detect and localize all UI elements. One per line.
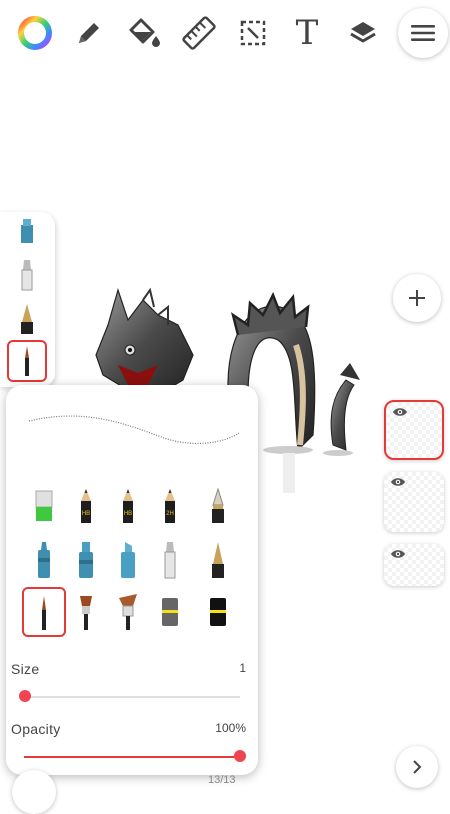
- eraser-brush[interactable]: [22, 481, 66, 531]
- pencil-hb-2-tag: HB: [124, 511, 132, 517]
- plus-icon: [409, 290, 425, 306]
- flat-brush[interactable]: [64, 587, 108, 637]
- chevron-right-icon: [413, 760, 422, 774]
- eye-icon[interactable]: [392, 406, 408, 418]
- color-wheel-icon[interactable]: [16, 14, 54, 52]
- strip-teal-marker[interactable]: [7, 210, 47, 252]
- layer-thumbnail-3[interactable]: [384, 544, 444, 586]
- strip-round-brush[interactable]: [7, 340, 47, 382]
- paint-bucket-icon[interactable]: [124, 14, 162, 52]
- airbrush-brush[interactable]: [148, 535, 192, 585]
- pencil-hb-brush[interactable]: HB: [64, 481, 108, 531]
- selection-icon[interactable]: [234, 14, 272, 52]
- page-counter: 13/13: [208, 774, 236, 786]
- fan-brush[interactable]: [106, 587, 150, 637]
- pencil-2h-brush[interactable]: 2H: [148, 481, 192, 531]
- text-icon[interactable]: T: [288, 13, 326, 53]
- pencil-2h-tag: 2H: [166, 511, 174, 517]
- layer-thumbnail-1[interactable]: [384, 400, 444, 460]
- ruler-icon[interactable]: [180, 14, 218, 52]
- strip-pen-nib[interactable]: [7, 298, 47, 340]
- size-slider-thumb[interactable]: [19, 690, 31, 702]
- stroke-preview: [28, 415, 240, 444]
- size-label: Size: [11, 661, 40, 677]
- pencil-icon[interactable]: [70, 14, 108, 52]
- strip-airbrush[interactable]: [7, 254, 47, 296]
- size-value: 1: [239, 661, 246, 675]
- brush-panel: HB HB 2H Size 1 Opacity 100%: [6, 385, 258, 775]
- highlighter-black-brush[interactable]: [196, 587, 240, 637]
- opacity-label: Opacity: [11, 721, 61, 737]
- marker-teal-wide-brush[interactable]: [64, 535, 108, 585]
- opacity-value: 100%: [215, 721, 246, 735]
- fountain-pen-brush[interactable]: [196, 481, 240, 531]
- pencil-hb-2-brush[interactable]: HB: [106, 481, 150, 531]
- round-brush[interactable]: [22, 587, 66, 637]
- layers-icon[interactable]: [344, 14, 382, 52]
- opacity-slider-fill: [24, 756, 240, 758]
- highlighter-yellow-brush[interactable]: [148, 587, 192, 637]
- eye-icon[interactable]: [390, 548, 406, 560]
- pencil-hb-tag: HB: [82, 511, 90, 517]
- undo-button[interactable]: [12, 770, 56, 814]
- pen-nib-brush[interactable]: [196, 535, 240, 585]
- eye-icon[interactable]: [390, 476, 406, 488]
- top-toolbar: T: [0, 8, 450, 64]
- layer-thumbnail-2[interactable]: [384, 472, 444, 532]
- recent-brushes-strip: [0, 212, 55, 387]
- add-layer-button[interactable]: [393, 274, 441, 322]
- marker-teal-brush[interactable]: [22, 535, 66, 585]
- marker-teal-chisel-brush[interactable]: [106, 535, 150, 585]
- opacity-slider-thumb[interactable]: [234, 750, 246, 762]
- next-page-button[interactable]: [396, 746, 438, 788]
- hamburger-menu-icon[interactable]: [398, 8, 448, 58]
- size-slider[interactable]: [24, 696, 240, 698]
